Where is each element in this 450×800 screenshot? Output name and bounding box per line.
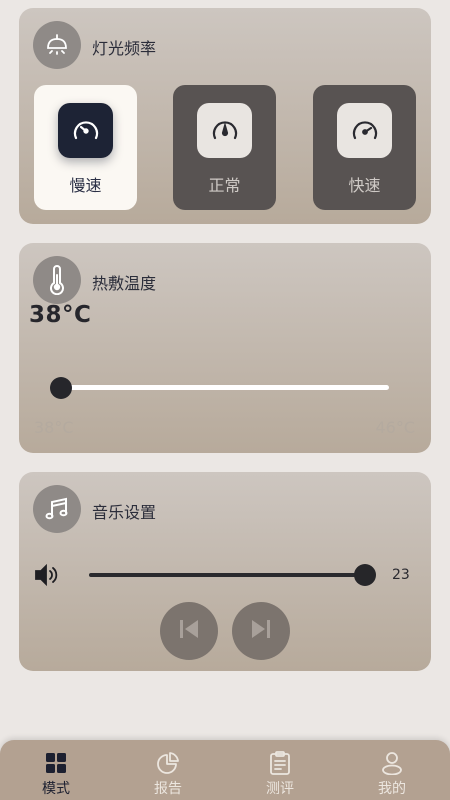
lamp-icon <box>33 21 81 69</box>
temperature-slider-thumb[interactable] <box>50 377 72 399</box>
user-icon <box>380 751 404 775</box>
volume-slider-thumb[interactable] <box>354 564 376 586</box>
next-track-button[interactable] <box>232 602 290 660</box>
volume-slider-track[interactable] <box>89 573 365 577</box>
music-settings-card: 音乐设置 23 <box>19 472 431 671</box>
mode-label: 慢速 <box>69 176 102 195</box>
light-frequency-card: 灯光频率 慢速 正常 快速 <box>19 8 431 224</box>
skip-next-icon <box>249 617 273 645</box>
previous-track-button[interactable] <box>160 602 218 660</box>
tab-label: 报告 <box>154 781 182 797</box>
light-card-title: 灯光频率 <box>92 39 157 58</box>
temperature-min-label: 38°C <box>34 418 74 437</box>
skip-previous-icon <box>177 617 201 645</box>
music-card-title: 音乐设置 <box>92 503 157 522</box>
current-temperature: 38°C <box>29 302 92 328</box>
temperature-slider-track[interactable] <box>61 385 389 390</box>
bottom-tab-bar: 模式 报告 测评 我的 <box>0 740 450 800</box>
tab-label: 测评 <box>266 781 294 797</box>
music-note-icon <box>33 485 81 533</box>
tab-mode[interactable]: 模式 <box>0 740 112 800</box>
speaker-icon <box>34 563 60 591</box>
temperature-max-label: 46°C <box>375 418 415 437</box>
tab-assessment[interactable]: 测评 <box>224 740 336 800</box>
pie-chart-icon <box>156 751 180 775</box>
speedometer-normal-icon <box>197 103 252 158</box>
mode-button-fast[interactable]: 快速 <box>313 85 416 210</box>
thermometer-icon <box>33 256 81 304</box>
volume-value: 23 <box>392 567 410 583</box>
temp-card-title: 热敷温度 <box>92 274 157 293</box>
tab-profile[interactable]: 我的 <box>336 740 448 800</box>
speedometer-slow-icon <box>58 103 113 158</box>
grid-icon <box>45 751 67 775</box>
tab-report[interactable]: 报告 <box>112 740 224 800</box>
tab-label: 我的 <box>378 781 406 797</box>
mode-button-slow[interactable]: 慢速 <box>34 85 137 210</box>
speedometer-fast-icon <box>337 103 392 158</box>
tab-label: 模式 <box>42 781 70 797</box>
clipboard-icon <box>269 751 291 775</box>
heat-temperature-card: 热敷温度 38°C 38°C 46°C <box>19 243 431 453</box>
mode-label: 正常 <box>208 176 241 195</box>
mode-label: 快速 <box>348 176 381 195</box>
mode-button-normal[interactable]: 正常 <box>173 85 276 210</box>
